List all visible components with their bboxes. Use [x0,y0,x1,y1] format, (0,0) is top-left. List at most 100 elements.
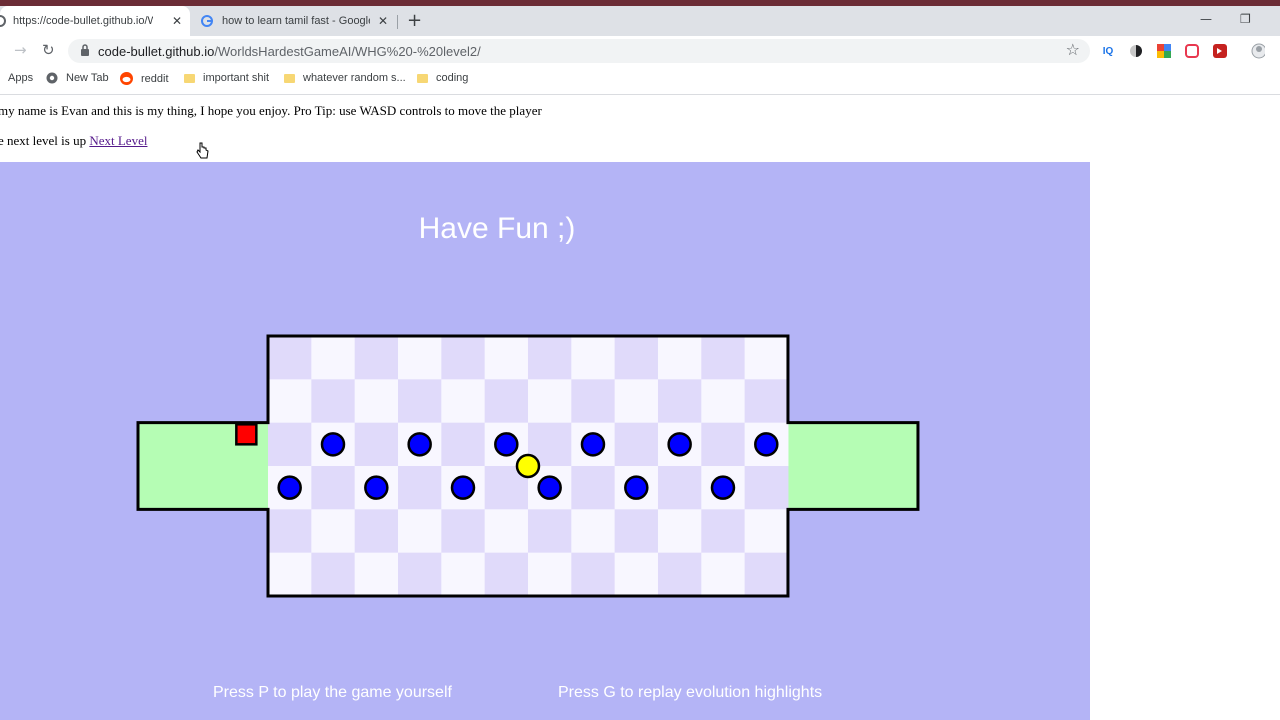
board-tile [657,552,702,597]
coin [515,453,541,479]
board-tile [268,336,312,380]
board-tile [311,509,356,554]
profile-icon[interactable] [1251,43,1265,59]
url-host: code-bullet.github.io [98,44,215,59]
enemy-dot [710,475,736,500]
board-tile [441,552,486,597]
board-tile [744,336,789,380]
new-tab-icon[interactable]: + [407,12,422,30]
folder-icon [417,73,428,83]
board-tile [571,552,616,597]
enemy-dot [364,475,389,500]
board-tile [614,552,659,597]
bookmark-label: important shit [203,72,270,84]
end-safe-zone [787,422,918,510]
board-tile [354,336,399,380]
address-bar[interactable]: code-bullet.github.io/WorldsHardestGameA… [68,39,1090,63]
board-tile [441,422,486,467]
board-tile [744,509,789,554]
chrome-icon [46,72,58,84]
url-path: /WorldsHardestGameAI/WHG%20-%20level2/ [214,44,481,59]
game-board [136,334,920,598]
forward-icon[interactable]: → [14,41,27,59]
reddit-icon [120,72,133,85]
player-square [235,423,258,446]
restore-icon[interactable]: ❐ [1240,12,1251,26]
board-tile [527,509,572,554]
lock-icon [81,44,89,56]
minimize-icon[interactable]: — [1200,12,1212,26]
board-tile [701,422,746,467]
enemy-dot [450,475,476,500]
half-moon-icon[interactable] [1129,44,1143,58]
tab-title: how to learn tamil fast - Google [222,15,370,27]
bookmark-important[interactable]: important shit [184,72,269,84]
board-tile [701,552,746,597]
tab-close-icon[interactable]: ✕ [378,14,388,28]
extension-iq[interactable]: IQ [1101,44,1115,58]
board-tile [484,509,529,554]
board-tile [701,336,746,380]
bookmark-new-tab[interactable]: New Tab [46,72,109,84]
google-icon [201,15,213,27]
page-favicon-icon [0,15,6,27]
board-tile [311,552,356,597]
enemy-dot [494,432,519,457]
board-tile [614,379,659,424]
pocket-icon[interactable] [1185,44,1199,58]
colorful-grid-icon[interactable] [1157,44,1171,58]
hand-cursor-icon [196,142,209,159]
board-tile [441,336,486,380]
board-tile [484,379,529,424]
board-tile [268,552,312,597]
board-tile [657,336,702,380]
board-tile [484,336,529,380]
tab-close-icon[interactable]: ✕ [172,14,182,28]
enemy-dot [667,432,692,457]
enemy-dot [320,432,346,457]
board-tile [571,336,616,380]
board-tile [397,552,442,597]
board-tile [614,509,659,554]
board-tile [657,465,702,510]
board-tile [701,379,746,424]
bookmark-apps[interactable]: Apps [0,72,33,84]
browser-toolbar: → ↻ code-bullet.github.io/WorldsHardestG… [0,36,1280,66]
next-level-link[interactable]: Next Level [89,133,147,148]
bookmark-coding[interactable]: coding [417,72,468,84]
board-tile [311,336,356,380]
board-tile [571,379,616,424]
board-tile [571,509,616,554]
folder-icon [284,73,295,83]
board-tile [657,509,702,554]
enemy-dot [754,432,779,457]
bookmark-label: reddit [141,72,169,85]
bookmark-label: Apps [8,72,34,84]
board-tile [484,552,529,597]
reload-icon[interactable]: ↻ [42,41,55,59]
board-tile [268,422,312,467]
tab-active[interactable]: https://code-bullet.github.io/Wo ✕ [0,6,190,36]
board-tile [354,509,399,554]
intro-text: my name is Evan and this is my thing, I … [0,103,542,118]
board-tile [744,552,789,597]
bookmark-label: coding [436,72,469,84]
bookmark-reddit[interactable]: reddit [120,72,169,85]
bookmark-star-icon[interactable]: ☆ [1066,40,1080,59]
game-canvas[interactable]: Have Fun ;) Press P to play the game you… [0,162,1090,720]
next-level-line: e next level is up Next Level [0,133,147,149]
next-level-prefix: e next level is up [0,133,90,148]
enemy-dot [407,432,432,457]
board-tile [441,509,486,554]
board-tile [657,379,702,424]
board-tile [311,465,356,510]
board-tile [527,336,572,380]
red-extension-icon[interactable] [1213,44,1227,58]
bookmark-label: whatever random s... [303,72,406,84]
board-tile [701,509,746,554]
board-tile [527,379,572,424]
tab-google[interactable]: how to learn tamil fast - Google ✕ [198,6,396,36]
bookmark-whatever[interactable]: whatever random s... [284,72,406,84]
play-yourself-hint: Press P to play the game yourself [213,684,452,701]
board-tile [441,379,486,424]
